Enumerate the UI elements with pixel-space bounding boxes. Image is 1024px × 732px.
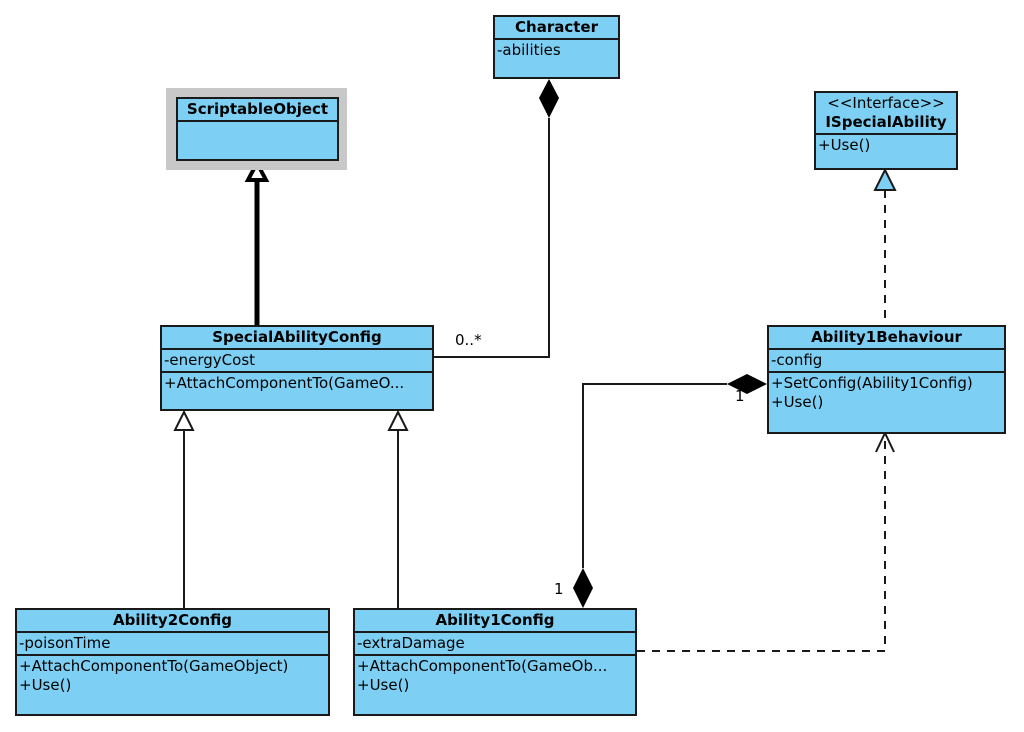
operation: +AttachComponentTo(GameOb... xyxy=(357,657,608,675)
class-character[interactable]: Character -abilities xyxy=(493,15,620,79)
class-name: Ability1Config xyxy=(355,610,635,633)
attribute: -config xyxy=(771,351,823,369)
operations-section: +AttachComponentTo(GameO... xyxy=(162,373,432,394)
operations-section: +SetConfig(Ability1Config) +Use() xyxy=(769,373,1004,413)
attributes-section: -energyCost xyxy=(162,350,432,373)
class-name: Ability1Behaviour xyxy=(769,327,1004,350)
uml-class-diagram: Character -abilities ScriptableObject <<… xyxy=(0,0,1024,732)
operation: +SetConfig(Ability1Config) xyxy=(771,374,973,392)
operation: +Use() xyxy=(771,393,824,411)
stereotype: <<Interface>> xyxy=(827,94,945,112)
class-ability2-config[interactable]: Ability2Config -poisonTime +AttachCompon… xyxy=(15,608,330,716)
attributes-section: -poisonTime xyxy=(17,633,328,656)
class-name: Character xyxy=(495,17,618,40)
class-ability1-behaviour[interactable]: Ability1Behaviour -config +SetConfig(Abi… xyxy=(767,325,1006,434)
operations-section: +AttachComponentTo(GameObject) +Use() xyxy=(17,656,328,696)
class-ability1-config[interactable]: Ability1Config -extraDamage +AttachCompo… xyxy=(353,608,637,716)
attribute: -abilities xyxy=(497,41,561,59)
generalization-arrow-ability2 xyxy=(173,409,195,431)
realization-arrow xyxy=(873,167,897,191)
operations-section: +Use() xyxy=(816,135,956,156)
class-name: ISpecialAbility xyxy=(825,113,947,131)
multiplicity-label-config-end: 1 xyxy=(554,580,564,598)
multiplicity-label-character-config: 0..* xyxy=(455,331,482,349)
operation: +Use() xyxy=(357,676,410,694)
operation: +AttachComponentTo(GameObject) xyxy=(19,657,289,675)
class-special-ability-config[interactable]: SpecialAbilityConfig -energyCost +Attach… xyxy=(160,325,434,411)
operations-section: +AttachComponentTo(GameOb... +Use() xyxy=(355,656,635,696)
class-name: SpecialAbilityConfig xyxy=(162,327,432,350)
composition-diamond-character xyxy=(539,79,559,118)
attributes-section: -abilities xyxy=(495,40,618,61)
generalization-arrow-ability1 xyxy=(387,409,409,431)
operation: +Use() xyxy=(19,676,72,694)
attribute: -poisonTime xyxy=(19,634,111,652)
class-header: <<Interface>> ISpecialAbility xyxy=(816,93,956,135)
class-ispecial-ability[interactable]: <<Interface>> ISpecialAbility +Use() xyxy=(814,91,958,170)
operation: +Use() xyxy=(818,136,871,154)
multiplicity-label-behaviour-end: 1 xyxy=(735,387,745,405)
class-name: ScriptableObject xyxy=(178,99,337,122)
operation: +AttachComponentTo(GameO... xyxy=(164,374,405,392)
class-scriptable-object[interactable]: ScriptableObject xyxy=(176,97,339,161)
composition-line-behaviour-config xyxy=(582,383,727,568)
composition-diamond-behaviour xyxy=(727,374,767,394)
attributes-section: -extraDamage xyxy=(355,633,635,656)
attributes-section: -config xyxy=(769,350,1004,373)
composition-line-character-config xyxy=(433,118,550,358)
attributes-section xyxy=(178,122,337,124)
class-name: Ability2Config xyxy=(17,610,328,633)
attribute: -energyCost xyxy=(164,351,256,369)
composition-diamond-config xyxy=(573,568,593,608)
attribute: -extraDamage xyxy=(357,634,465,652)
dependency-line xyxy=(637,436,886,652)
